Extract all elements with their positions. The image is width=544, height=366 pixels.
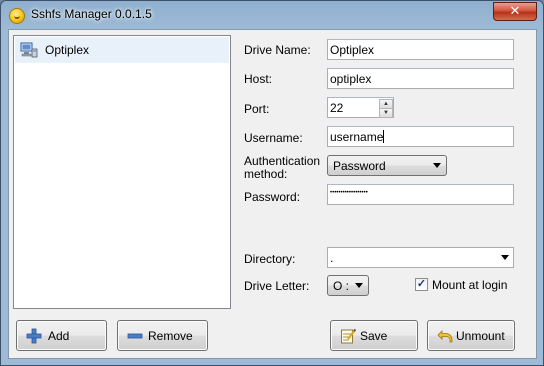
checkmark-icon: ✓ bbox=[416, 278, 427, 290]
directory-label: Directory: bbox=[244, 252, 296, 266]
drive-name-label: Drive Name: bbox=[244, 43, 311, 57]
save-notepad-icon bbox=[341, 328, 356, 344]
password-label: Password: bbox=[244, 190, 301, 204]
username-label: Username: bbox=[244, 131, 303, 145]
close-button[interactable]: ✕ bbox=[493, 2, 537, 21]
add-button[interactable]: Add bbox=[16, 320, 107, 351]
add-button-label: Add bbox=[48, 329, 70, 343]
password-value: •••••••••••••••••• bbox=[330, 190, 368, 196]
remove-button[interactable]: Remove bbox=[117, 320, 208, 351]
username-input[interactable]: username bbox=[327, 126, 514, 147]
save-button[interactable]: Save bbox=[330, 320, 418, 351]
host-label: Host: bbox=[244, 72, 273, 86]
chevron-down-icon: ▼ bbox=[383, 110, 389, 116]
main-panel: Optiplex Drive Name: Optiplex Host: opti… bbox=[8, 29, 537, 359]
auth-method-value: Password bbox=[333, 159, 386, 173]
port-down-button[interactable]: ▼ bbox=[379, 108, 393, 118]
host-input[interactable]: optiplex bbox=[327, 68, 514, 89]
directory-select[interactable]: . bbox=[327, 247, 514, 268]
drive-letter-label: Drive Letter: bbox=[244, 279, 310, 293]
app-smiley-icon bbox=[9, 8, 25, 24]
title-bar[interactable]: Sshfs Manager 0.0.1.5 ✕ bbox=[1, 1, 543, 29]
unmount-button-label: Unmount bbox=[456, 329, 505, 343]
chevron-up-icon: ▲ bbox=[383, 101, 389, 107]
remove-button-label: Remove bbox=[148, 329, 193, 343]
mount-at-login-checkbox[interactable]: ✓ bbox=[415, 278, 428, 291]
computer-network-icon bbox=[20, 42, 38, 58]
unmount-button[interactable]: Unmount bbox=[427, 320, 515, 351]
password-input[interactable]: •••••••••••••••••• bbox=[327, 184, 514, 205]
dropdown-arrow-icon bbox=[433, 163, 441, 168]
drive-name-value: Optiplex bbox=[330, 43, 375, 57]
drive-letter-value: O : bbox=[333, 279, 350, 293]
directory-value: . bbox=[330, 251, 334, 265]
auth-method-label-line2: method: bbox=[244, 167, 288, 181]
connection-list[interactable]: Optiplex bbox=[13, 35, 231, 309]
list-item-optiplex[interactable]: Optiplex bbox=[15, 37, 229, 63]
app-window: Sshfs Manager 0.0.1.5 ✕ Optiplex Drive N… bbox=[0, 0, 544, 366]
directory-dropdown-arrow-icon[interactable] bbox=[501, 255, 509, 260]
drive-name-input[interactable]: Optiplex bbox=[327, 39, 514, 60]
undo-arrow-icon bbox=[437, 330, 453, 343]
dropdown-arrow-icon bbox=[355, 283, 363, 288]
drive-letter-select[interactable]: O : bbox=[327, 275, 369, 296]
port-label: Port: bbox=[244, 102, 270, 116]
plus-icon bbox=[26, 328, 42, 344]
host-value: optiplex bbox=[330, 72, 372, 86]
auth-method-select[interactable]: Password bbox=[327, 155, 447, 176]
window-title: Sshfs Manager 0.0.1.5 bbox=[31, 7, 152, 21]
close-icon: ✕ bbox=[509, 4, 521, 19]
connection-name: Optiplex bbox=[45, 43, 90, 57]
text-caret bbox=[383, 130, 385, 143]
save-button-label: Save bbox=[360, 329, 388, 343]
minus-icon bbox=[127, 333, 143, 339]
mount-at-login-label[interactable]: Mount at login bbox=[432, 279, 507, 292]
port-value: 22 bbox=[330, 101, 344, 115]
username-value: username bbox=[330, 130, 384, 144]
